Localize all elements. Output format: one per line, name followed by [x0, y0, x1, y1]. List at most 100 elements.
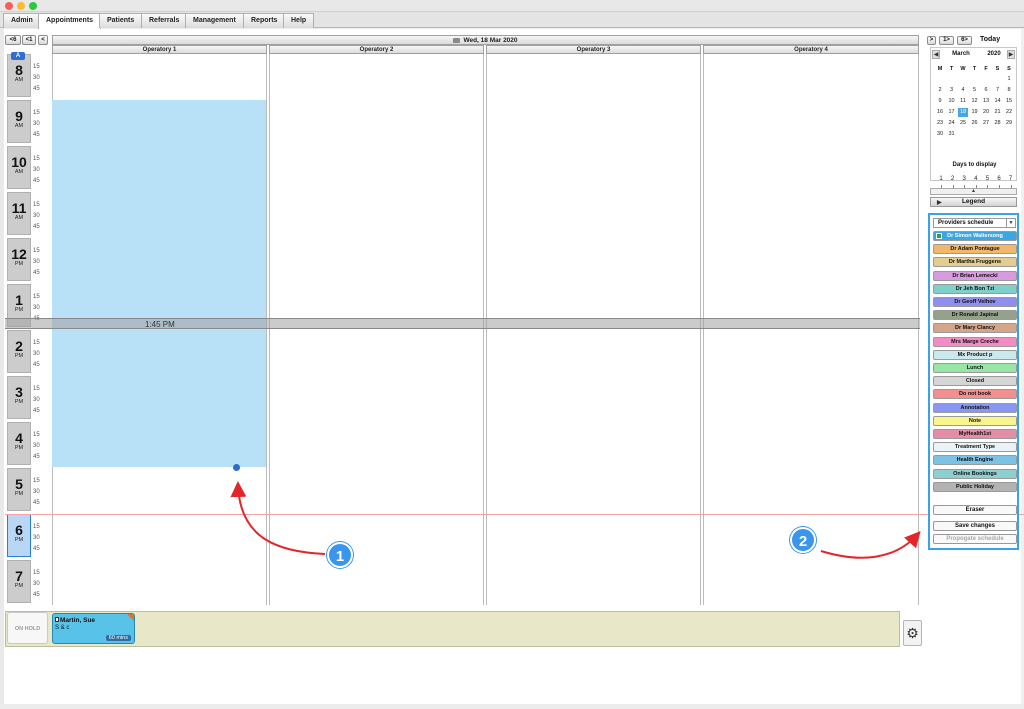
tab-help[interactable]: Help	[283, 13, 315, 28]
provider-item[interactable]: Health Engine	[933, 455, 1017, 466]
operatory-column-4[interactable]	[703, 54, 919, 605]
hour-row[interactable]: 6 PM 15 30 45	[5, 514, 50, 558]
forward-button[interactable]: >	[927, 36, 936, 45]
forward-day-button[interactable]: 1>	[939, 36, 954, 45]
forward-week-button[interactable]: 6>	[957, 36, 972, 45]
calendar-day[interactable]: 24	[947, 119, 957, 128]
days-option-label[interactable]: 7	[1006, 176, 1016, 182]
calendar-day[interactable]: 18	[958, 108, 968, 117]
zoom-window-icon[interactable]	[29, 2, 37, 10]
hour-row[interactable]: 2 PM 15 30 45	[5, 330, 50, 374]
operatory-header-4[interactable]: Operatory 4	[703, 45, 919, 54]
operatory-header-1[interactable]: Operatory 1	[52, 45, 267, 54]
on-hold-button[interactable]: ON HOLD	[7, 612, 48, 644]
calendar-day[interactable]: 12	[970, 97, 980, 106]
calendar-day[interactable]: 27	[981, 119, 991, 128]
resize-handle[interactable]	[233, 464, 240, 471]
provider-item[interactable]: Public Holiday	[933, 481, 1017, 492]
save-changes-button[interactable]: Save changes	[933, 521, 1017, 531]
provider-item[interactable]: Dr Brian Lemecki	[933, 270, 1017, 281]
tab-patients[interactable]: Patients	[99, 13, 143, 28]
calendar-day[interactable]: 3	[947, 86, 957, 95]
calendar-day[interactable]: 1	[1004, 75, 1014, 84]
calendar-day[interactable]: 20	[981, 108, 991, 117]
close-window-icon[interactable]	[5, 2, 13, 10]
provider-item[interactable]: Note	[933, 415, 1017, 426]
calendar-day[interactable]: 9	[935, 97, 945, 106]
calendar-year[interactable]: 2020	[984, 50, 1004, 59]
calendar-day[interactable]: 25	[958, 119, 968, 128]
tab-appointments[interactable]: Appointments	[38, 13, 102, 29]
provider-item[interactable]: Dr Adam Pontague	[933, 244, 1017, 255]
days-option-label[interactable]: 4	[971, 176, 981, 182]
legend-toggle[interactable]: ▶ Legend	[930, 197, 1017, 207]
calendar-day[interactable]: 21	[993, 108, 1003, 117]
days-option-label[interactable]: 5	[982, 176, 992, 182]
collapse-calendar-icon[interactable]: ▲	[930, 188, 1017, 195]
calendar-day[interactable]: 4	[958, 86, 968, 95]
provider-item[interactable]: Annotation	[933, 402, 1017, 413]
tab-reports[interactable]: Reports	[243, 13, 286, 28]
hour-row[interactable]: 3 PM 15 30 45	[5, 376, 50, 420]
calendar-day[interactable]: 19	[970, 108, 980, 117]
days-option-label[interactable]: 3	[959, 176, 969, 182]
provider-item[interactable]: Dr Martha Fruggens	[933, 257, 1017, 268]
operatory-header-3[interactable]: Operatory 3	[486, 45, 701, 54]
propagate-schedule-button[interactable]: Propogate schedule	[933, 534, 1017, 544]
appointment-selection-block[interactable]	[52, 100, 266, 467]
calendar-day[interactable]: 5	[970, 86, 980, 95]
calendar-day[interactable]: 14	[993, 97, 1003, 106]
provider-item[interactable]: Online Bookings	[933, 468, 1017, 479]
provider-item[interactable]: Dr Jeh Bon Tzi	[933, 283, 1017, 294]
provider-item[interactable]: Mx Product p	[933, 349, 1017, 360]
calendar-day[interactable]: 6	[981, 86, 991, 95]
back-week-button[interactable]: <6	[5, 35, 21, 45]
date-header[interactable]: Wed, 18 Mar 2020	[52, 35, 919, 45]
providers-schedule-select[interactable]: Providers schedule ▼	[933, 218, 1016, 228]
calendar-day[interactable]: 16	[935, 108, 945, 117]
calendar-day[interactable]: 23	[935, 119, 945, 128]
calendar-day[interactable]: 29	[1004, 119, 1014, 128]
provider-item[interactable]: Treatment Type	[933, 442, 1017, 453]
gear-icon[interactable]: ⚙	[903, 620, 922, 646]
provider-item[interactable]: Dr Mary Clancy	[933, 323, 1017, 334]
days-option-label[interactable]: 2	[948, 176, 958, 182]
tab-referrals[interactable]: Referrals	[141, 13, 188, 28]
calendar-day[interactable]: 7	[993, 86, 1003, 95]
on-hold-appointment-card[interactable]: Martin, Sue S & c 60 mins	[52, 613, 135, 644]
back-day-button[interactable]: <1	[22, 35, 36, 45]
tab-admin[interactable]: Admin	[3, 13, 41, 28]
calendar-day[interactable]: 17	[947, 108, 957, 117]
hour-row[interactable]: 7 PM 15 30 45	[5, 560, 50, 604]
minimize-window-icon[interactable]	[17, 2, 25, 10]
hour-row[interactable]: 11 AM 15 30 45	[5, 192, 50, 236]
provider-item[interactable]: Closed	[933, 376, 1017, 387]
provider-item[interactable]: Do not book	[933, 389, 1017, 400]
calendar-day[interactable]: 10	[947, 97, 957, 106]
calendar-day[interactable]: 22	[1004, 108, 1014, 117]
operatory-header-2[interactable]: Operatory 2	[269, 45, 484, 54]
today-button[interactable]: Today	[980, 36, 1000, 43]
hour-row[interactable]: 12 PM 15 30 45	[5, 238, 50, 282]
calendar-day[interactable]: 11	[958, 97, 968, 106]
hour-row[interactable]: 4 PM 15 30 45	[5, 422, 50, 466]
calendar-day[interactable]: 26	[970, 119, 980, 128]
back-button[interactable]: <	[38, 35, 48, 45]
prev-month-icon[interactable]: ◀	[932, 50, 940, 59]
hour-row[interactable]: 9 AM 15 30 45	[5, 100, 50, 144]
provider-item[interactable]: Mrs Marge Creche	[933, 336, 1017, 347]
provider-item[interactable]: Lunch	[933, 363, 1017, 373]
printer-icon[interactable]	[453, 37, 461, 43]
operatory-badge[interactable]: A	[11, 52, 25, 60]
hour-row[interactable]: 10 AM 15 30 45	[5, 146, 50, 190]
hour-row[interactable]: 8 AM 15 30 45	[5, 54, 50, 98]
eraser-button[interactable]: Eraser	[933, 505, 1017, 515]
calendar-day[interactable]: 15	[1004, 97, 1014, 106]
operatory-column-3[interactable]	[486, 54, 701, 605]
provider-item[interactable]: Dr Simon Waltersong	[933, 231, 1017, 241]
calendar-day[interactable]: 13	[981, 97, 991, 106]
days-option-label[interactable]: 1	[936, 176, 946, 182]
hour-row[interactable]: 5 PM 15 30 45	[5, 468, 50, 512]
calendar-day[interactable]: 30	[935, 130, 945, 139]
provider-item[interactable]: Dr Geoff Velhov	[933, 297, 1017, 307]
